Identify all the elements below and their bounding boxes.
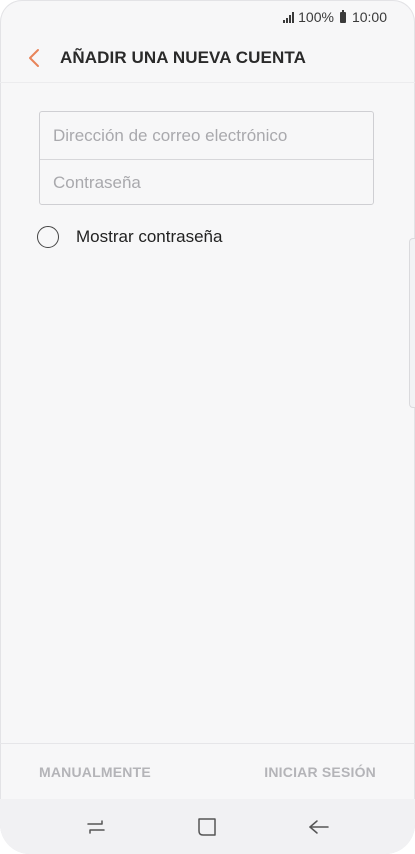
manual-setup-button[interactable]: MANUALMENTE: [39, 764, 151, 780]
email-field[interactable]: [40, 112, 373, 159]
app-bar: AÑADIR UNA NUEVA CUENTA: [0, 34, 415, 83]
status-bar: 100% 10:00: [0, 0, 415, 34]
phone-screen: 100% 10:00 AÑADIR UNA NUEVA CUENTA Mostr…: [0, 0, 415, 854]
password-field[interactable]: [40, 159, 373, 206]
nav-back-button[interactable]: [297, 805, 341, 849]
home-button[interactable]: [185, 805, 229, 849]
bottom-action-bar: MANUALMENTE INICIAR SESIÓN: [0, 743, 415, 799]
signal-bars-icon: [283, 11, 295, 23]
back-button[interactable]: [14, 38, 54, 78]
back-arrow-icon: [309, 819, 329, 834]
show-password-label: Mostrar contraseña: [76, 227, 223, 246]
clock: 10:00: [351, 9, 387, 25]
account-form: [39, 111, 374, 206]
show-password-radio[interactable]: [37, 226, 59, 248]
page-title: AÑADIR UNA NUEVA CUENTA: [60, 48, 306, 67]
recent-apps-icon: [87, 819, 105, 834]
show-password-option[interactable]: Mostrar contraseña: [37, 226, 222, 248]
navigation-bar: [0, 799, 415, 854]
edge-panel-handle[interactable]: [409, 238, 415, 408]
battery-percentage: 100%: [298, 9, 334, 25]
battery-icon: [339, 9, 346, 23]
chevron-left-icon: [29, 49, 39, 67]
recent-apps-button[interactable]: [74, 805, 118, 849]
sign-in-button[interactable]: INICIAR SESIÓN: [264, 764, 376, 780]
home-icon: [198, 817, 217, 836]
